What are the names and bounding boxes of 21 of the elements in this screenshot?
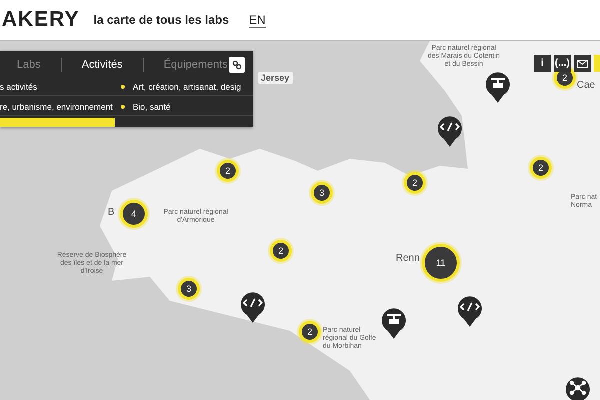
toolbar-button[interactable]: (...) [554, 55, 571, 72]
tagline: la carte de tous les labs [94, 13, 230, 27]
logo: AKERY [2, 8, 80, 32]
scroll-bar[interactable] [0, 118, 115, 127]
place-label: Jersey [258, 72, 293, 84]
settings-button[interactable] [229, 57, 245, 73]
place-label: B [108, 207, 116, 218]
filter-item[interactable]: Art, création, artisanat, desig [133, 82, 242, 92]
filter-item[interactable]: Bio, santé [133, 102, 171, 112]
tab[interactable]: Équipements [164, 59, 228, 71]
place-label: Cae [577, 80, 596, 92]
filter-item[interactable]: re, urbanisme, environnement [0, 102, 113, 112]
language-link[interactable]: EN [249, 12, 266, 28]
filter-item[interactable]: s activités [0, 82, 38, 92]
place-label: Renn [396, 253, 421, 264]
settings-icon [232, 60, 242, 70]
toolbar-button[interactable]: i [534, 55, 551, 72]
mail-button[interactable] [574, 55, 591, 72]
tab[interactable]: Labs [17, 59, 41, 71]
mail-icon [577, 60, 588, 68]
tab[interactable]: Activités [82, 59, 123, 71]
